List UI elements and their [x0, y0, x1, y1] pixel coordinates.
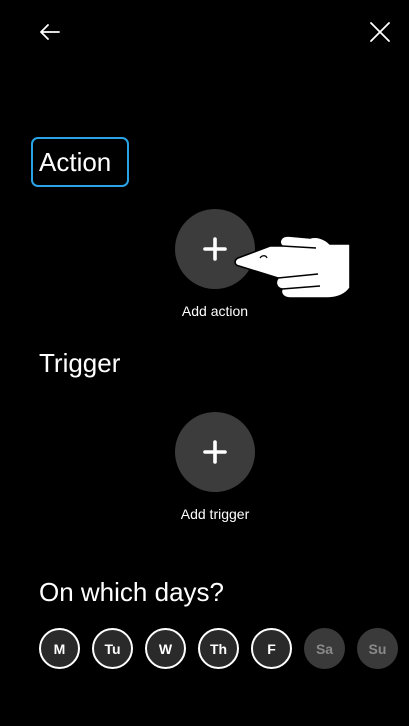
action-heading: Action [31, 137, 129, 187]
day-toggle-friday[interactable]: F [251, 628, 292, 669]
add-action-label: Add action [181, 303, 249, 319]
add-trigger-button[interactable] [175, 412, 255, 492]
day-toggle-monday[interactable]: M [39, 628, 80, 669]
day-toggle-tuesday[interactable]: Tu [92, 628, 133, 669]
trigger-heading: Trigger [39, 348, 121, 378]
screen: Action Add action Trigger Add trigger On… [0, 0, 409, 726]
days-heading: On which days? [39, 577, 224, 607]
day-toggle-wednesday[interactable]: W [145, 628, 186, 669]
day-toggle-saturday[interactable]: Sa [304, 628, 345, 669]
close-icon [370, 22, 390, 42]
days-selector: M Tu W Th F Sa Su [39, 628, 398, 669]
arrow-left-icon [40, 24, 60, 40]
day-toggle-thursday[interactable]: Th [198, 628, 239, 669]
add-trigger-block: Add trigger [135, 412, 295, 522]
action-heading-label: Action [39, 147, 112, 177]
pointing-hand-icon [234, 235, 351, 299]
plus-icon [203, 440, 227, 464]
plus-icon [203, 237, 227, 261]
add-trigger-label: Add trigger [180, 506, 250, 522]
back-button[interactable] [32, 14, 68, 50]
day-toggle-sunday[interactable]: Su [357, 628, 398, 669]
close-button[interactable] [362, 14, 398, 50]
